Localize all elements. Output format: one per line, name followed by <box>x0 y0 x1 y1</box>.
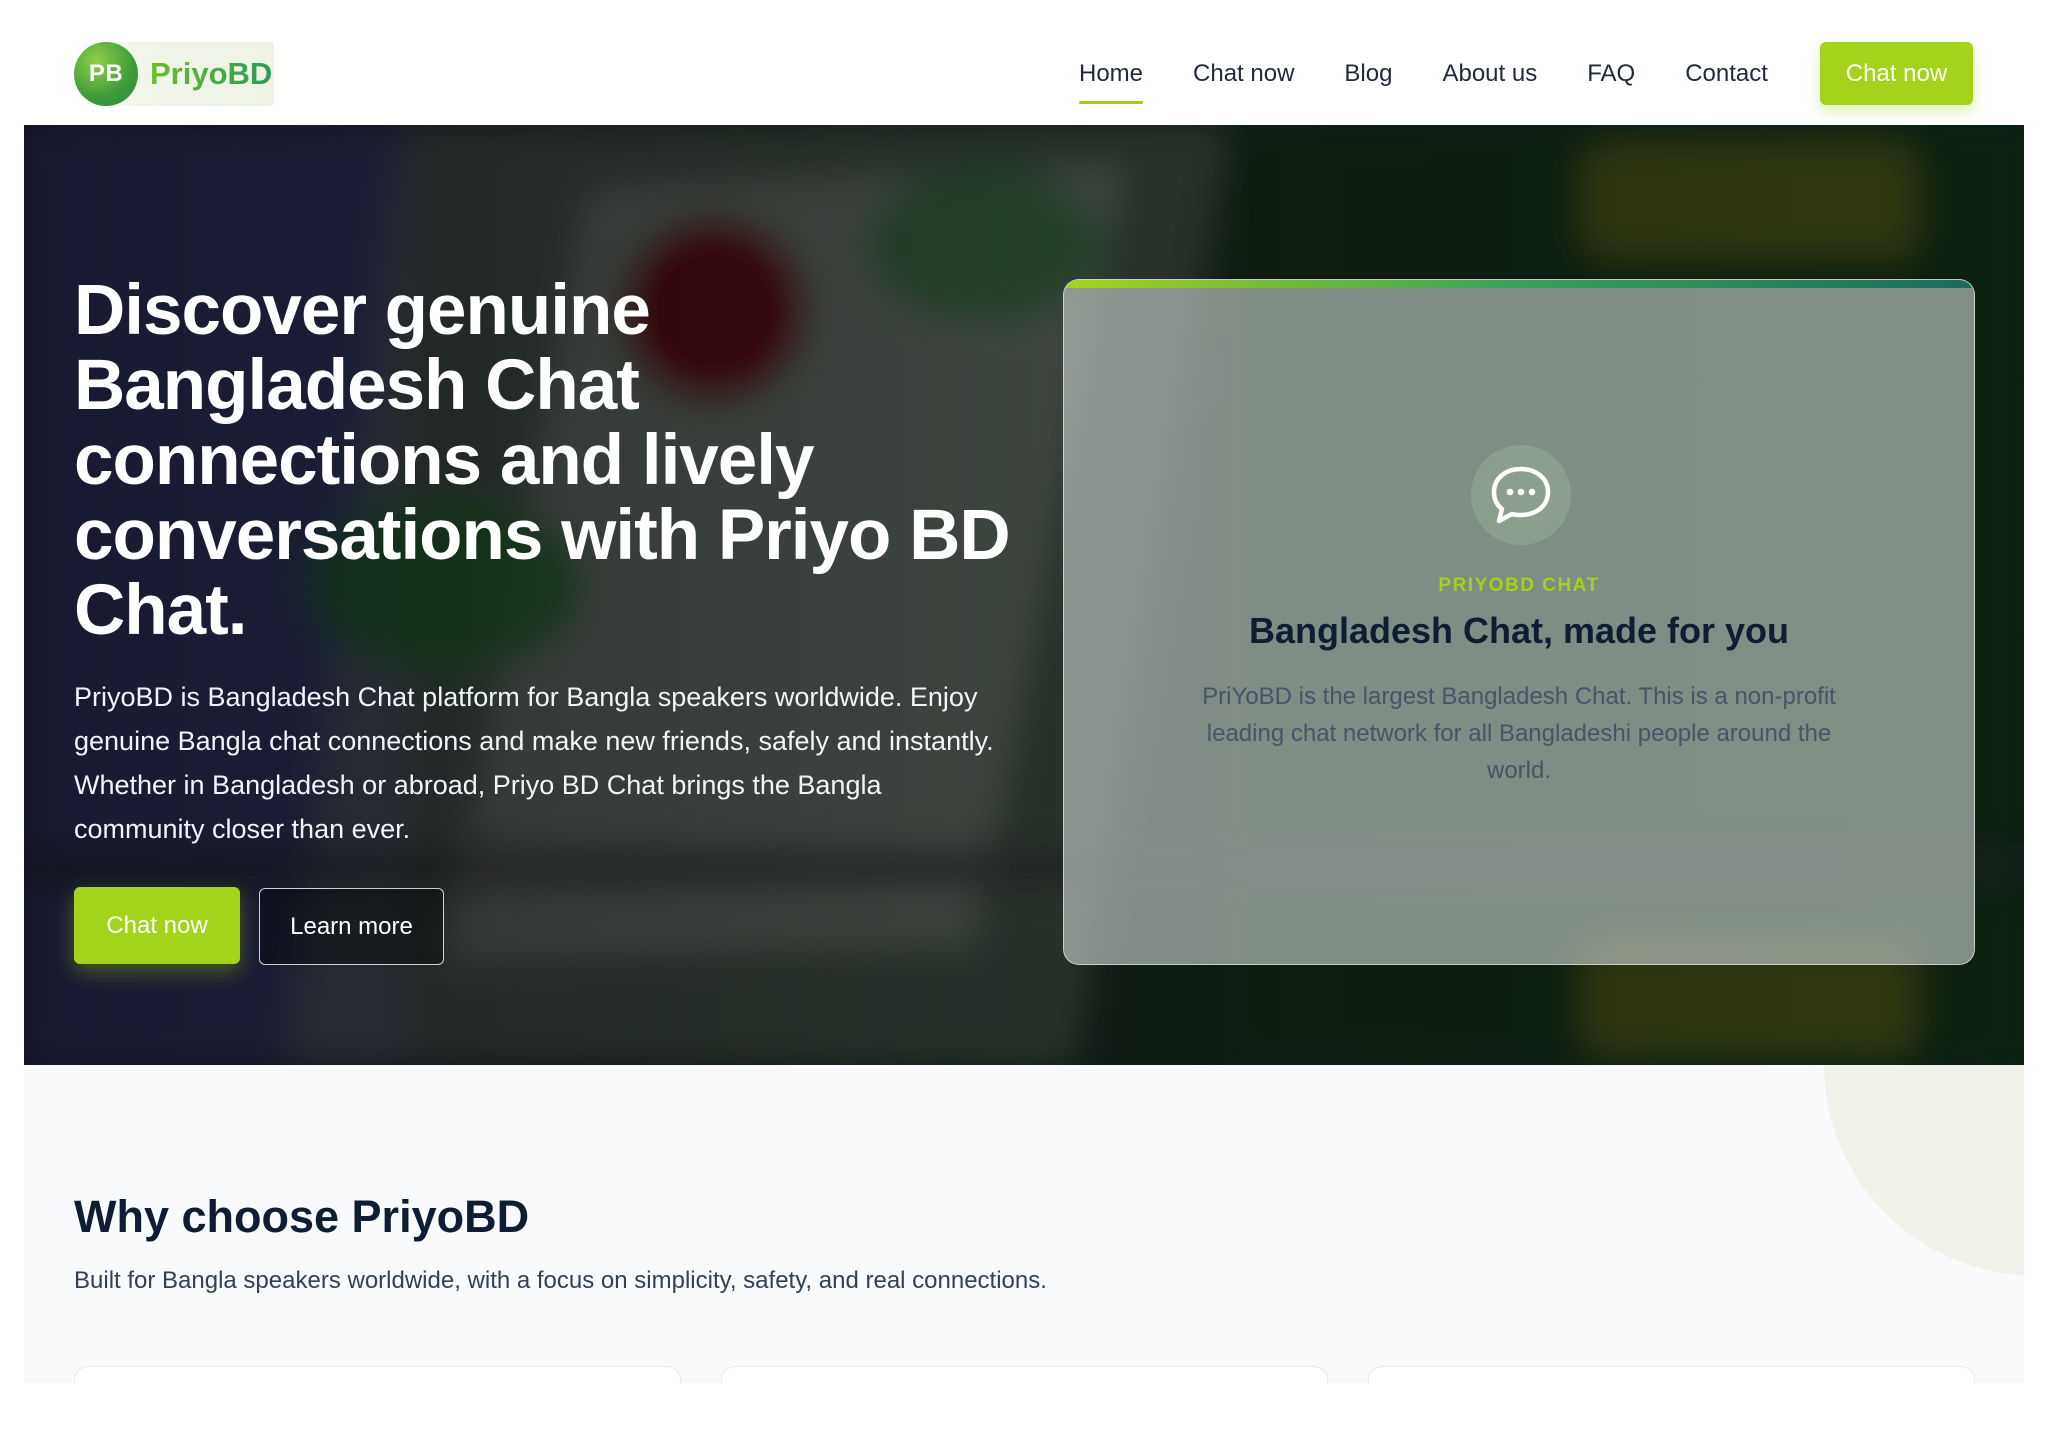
nav-link-chat-now[interactable]: Chat now <box>1193 60 1294 88</box>
feature-card <box>1368 1366 1975 1383</box>
why-title: Why choose PriyoBD <box>74 1191 530 1242</box>
decorative-circle <box>1824 1065 2024 1275</box>
card-title: Bangladesh Chat, made for you <box>1248 610 1790 651</box>
card-text: PriYoBD is the largest Bangladesh Chat. … <box>1202 683 1836 784</box>
nav-chat-now-button[interactable]: Chat now <box>1820 42 1973 105</box>
info-card: PRIYOBD CHAT Bangladesh Chat, made for y… <box>1063 279 1975 965</box>
why-subtitle: Built for Bangla speakers worldwide, wit… <box>74 1267 1047 1294</box>
main-nav: Home Chat now Blog About us FAQ Contact <box>1079 42 1818 106</box>
nav-link-contact[interactable]: Contact <box>1685 60 1768 88</box>
why-section: Why choose PriyoBD Built for Bangla spea… <box>24 1065 2024 1383</box>
logo-text: PriyoBD <box>150 56 273 91</box>
chat-bubble-icon <box>1471 445 1571 545</box>
site-logo[interactable]: PB PriyoBD <box>74 42 275 106</box>
hero-description: PriyoBD is Bangladesh Chat platform for … <box>74 682 994 844</box>
card-kicker: PRIYOBD CHAT <box>1438 575 1600 596</box>
feature-card <box>721 1366 1328 1383</box>
feature-card <box>74 1366 681 1383</box>
hero-section: Discover genuine Bangladesh Chat connect… <box>24 125 2024 1065</box>
nav-link-about-us[interactable]: About us <box>1442 60 1537 88</box>
top-navbar: PB PriyoBD Home Chat now Blog About us F… <box>0 0 2048 125</box>
nav-link-faq[interactable]: FAQ <box>1587 60 1635 88</box>
hero-title: Discover genuine Bangladesh Chat connect… <box>74 271 1011 650</box>
logo-badge: PB <box>74 42 138 106</box>
hero-chat-now-button[interactable]: Chat now <box>74 887 240 964</box>
nav-link-home[interactable]: Home <box>1079 60 1144 104</box>
card-accent-bar <box>1064 280 1974 288</box>
hero-learn-more-button[interactable]: Learn more <box>259 888 444 965</box>
nav-link-blog[interactable]: Blog <box>1344 60 1392 88</box>
